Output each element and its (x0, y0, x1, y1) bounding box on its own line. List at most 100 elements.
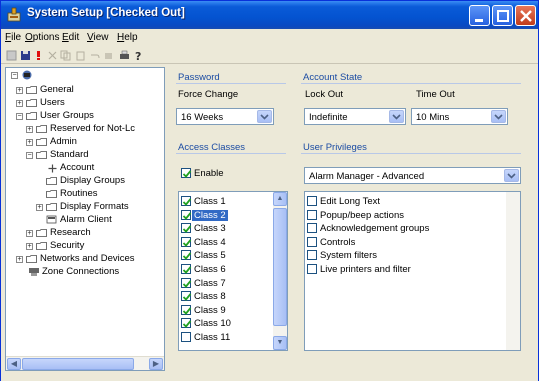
menu-help[interactable]: Help (117, 32, 138, 43)
access-class-item-label: Class 4 (194, 236, 226, 248)
folder-icon (26, 86, 37, 94)
root-expander[interactable]: − (11, 72, 18, 79)
access-class-item[interactable]: Class 7 (179, 277, 287, 290)
scroll-down-button[interactable]: ▼ (273, 336, 287, 350)
privilege-item[interactable]: Acknowledgement groups (305, 222, 520, 235)
setup-tree[interactable]: − + General + Users − User Groups + Rese… (5, 67, 165, 371)
access-class-item[interactable]: Class 2 (179, 209, 287, 222)
force-change-select[interactable]: 16 Weeks (176, 108, 274, 125)
save-icon[interactable] (20, 50, 31, 61)
close-button[interactable] (515, 5, 536, 26)
checkbox[interactable] (307, 209, 317, 220)
privileges-vertical-scrollbar[interactable] (506, 192, 520, 350)
classes-vertical-scrollbar[interactable]: ▲ ▼ (273, 192, 287, 350)
access-class-item[interactable]: Class 4 (179, 236, 287, 249)
checkbox[interactable] (181, 209, 192, 220)
chevron-down-icon[interactable] (491, 110, 506, 123)
access-class-item-label: Class 8 (194, 291, 226, 303)
enable-label: Enable (194, 168, 224, 179)
checkbox[interactable] (181, 250, 192, 261)
access-class-item[interactable]: Class 11 (179, 331, 287, 344)
svg-text:?: ? (135, 50, 141, 61)
expander[interactable]: + (26, 243, 33, 250)
access-class-item-label: Class 6 (194, 264, 226, 275)
access-class-item[interactable]: Class 8 (179, 290, 287, 303)
privilege-item[interactable]: Live printers and filter (305, 263, 520, 276)
checkbox[interactable] (181, 264, 192, 274)
scroll-thumb[interactable] (273, 208, 287, 326)
checkbox[interactable] (181, 277, 192, 288)
expander[interactable]: + (16, 100, 23, 107)
alert-icon[interactable] (33, 50, 44, 61)
checkbox[interactable] (181, 223, 192, 234)
access-class-item-label: Class 2 (192, 209, 228, 221)
user-privileges-section-title: User Privileges (303, 142, 367, 153)
expander[interactable]: + (26, 230, 33, 237)
access-class-item[interactable]: Class 6 (179, 263, 287, 276)
folder-icon (26, 99, 37, 107)
access-class-item[interactable]: Class 3 (179, 222, 287, 235)
privilege-item[interactable]: Popup/beep actions (305, 209, 520, 222)
checkbox[interactable] (307, 264, 317, 274)
chevron-down-icon[interactable] (257, 110, 272, 123)
account-settings-panel: Password Force Change 16 Weeks Account S… (170, 67, 526, 371)
copy-icon (60, 50, 71, 61)
scroll-right-button[interactable]: ▶ (149, 358, 163, 370)
checkbox[interactable] (307, 250, 317, 261)
folder-open-icon (36, 151, 47, 159)
scroll-thumb[interactable] (22, 358, 134, 370)
menu-options[interactable]: Options (25, 32, 59, 43)
checkbox[interactable] (307, 223, 317, 234)
checkbox[interactable] (307, 196, 317, 206)
time-out-select[interactable]: 10 Mins (411, 108, 508, 125)
access-class-item[interactable]: Class 9 (179, 304, 287, 317)
access-class-item[interactable]: Class 10 (179, 317, 287, 330)
paste-icon (76, 51, 85, 61)
privilege-item[interactable]: Controls (305, 236, 520, 249)
maximize-button[interactable] (492, 5, 513, 26)
user-privileges-list[interactable]: Live printers and filter System filters Co… (304, 191, 521, 351)
checkbox[interactable] (181, 318, 192, 329)
menu-view[interactable]: View (87, 32, 109, 43)
privilege-profile-select[interactable]: Alarm Manager - Advanced (304, 167, 521, 184)
privilege-item[interactable]: Edit Long Text (305, 195, 520, 208)
print-icon[interactable] (119, 50, 130, 61)
chevron-down-icon[interactable] (504, 169, 519, 182)
access-class-item[interactable]: Class 5 (179, 249, 287, 262)
checkbox[interactable] (181, 332, 191, 342)
checkbox[interactable] (181, 168, 192, 178)
expander[interactable]: + (16, 256, 23, 263)
scroll-left-button[interactable]: ◀ (7, 358, 21, 370)
privilege-item-label: Popup/beep actions (320, 209, 404, 221)
status-bar (1, 375, 538, 381)
tree-horizontal-scrollbar[interactable]: ◀ ▶ (6, 356, 164, 370)
lock-out-select[interactable]: Indefinite (304, 108, 406, 125)
title-bar[interactable]: System Setup [Checked Out] (1, 1, 538, 29)
new-icon[interactable] (6, 50, 17, 61)
access-class-item[interactable]: Class 1 (179, 195, 287, 208)
chevron-down-icon[interactable] (389, 110, 404, 123)
minimize-button[interactable] (469, 5, 490, 26)
scroll-up-button[interactable]: ▲ (273, 192, 287, 206)
account-icon (48, 164, 57, 173)
menu-edit[interactable]: Edit (62, 32, 79, 43)
expander[interactable]: + (26, 126, 33, 133)
expander[interactable]: + (26, 139, 33, 146)
expander[interactable]: + (16, 87, 23, 94)
checkbox[interactable] (307, 236, 317, 247)
access-classes-list[interactable]: Class 11 Class 10 Class 9 Class 8 Class 7 Cla… (178, 191, 288, 351)
expander[interactable]: − (16, 113, 23, 120)
menu-file[interactable]: File (5, 32, 21, 43)
help-icon[interactable]: ? (133, 50, 144, 61)
expander[interactable]: + (36, 204, 43, 211)
checkbox[interactable] (181, 291, 192, 302)
alarm-client-icon (46, 215, 57, 224)
access-class-item-label: Class 3 (194, 223, 226, 235)
lock-out-label: Lock Out (305, 89, 344, 100)
checkbox[interactable] (181, 196, 192, 206)
checkbox[interactable] (181, 236, 192, 247)
folder-icon (26, 255, 37, 263)
checkbox[interactable] (181, 304, 192, 315)
expander[interactable]: − (26, 152, 33, 159)
privilege-item[interactable]: System filters (305, 249, 520, 262)
